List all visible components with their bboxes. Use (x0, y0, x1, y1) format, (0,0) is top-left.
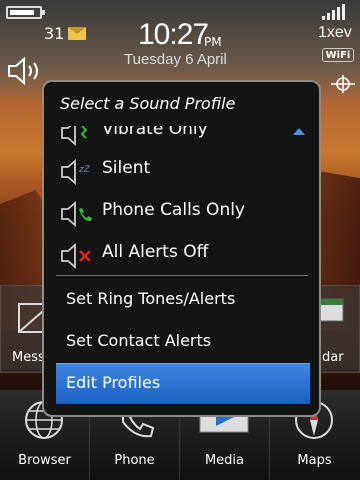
profile-label-silent: Silent (102, 158, 151, 178)
profile-label-vibrate: Vibrate Only (102, 126, 208, 139)
profile-item-phone-calls[interactable]: Phone Calls Only (44, 193, 319, 233)
signal-strength-icon (322, 2, 356, 20)
network-icon (331, 75, 355, 93)
set-ring-tones-label: Set Ring Tones/Alerts (66, 289, 236, 308)
profile-item-vibrate[interactable]: Vibrate Only (44, 126, 319, 152)
battery-icon (6, 6, 45, 19)
popup-title: Select a Sound Profile (60, 94, 236, 113)
calendar-label: dar (322, 350, 344, 365)
wifi-icon: WiFi (322, 48, 354, 62)
profile-label-all-alerts-off: All Alerts Off (102, 242, 209, 262)
popup-divider (56, 275, 308, 276)
speaker-silent-icon: zZ (61, 159, 91, 185)
messages-label: Mess (12, 350, 45, 365)
set-contact-alerts-item[interactable]: Set Contact Alerts (56, 322, 310, 362)
envelope-icon[interactable] (68, 27, 86, 40)
dock-label-browser: Browser (18, 453, 71, 468)
scroll-up-arrow-icon[interactable] (293, 128, 305, 135)
sound-profile-icon[interactable] (6, 54, 46, 88)
edit-profiles-item[interactable]: Edit Profiles (56, 363, 310, 404)
profile-item-all-alerts-off[interactable]: All Alerts Off (44, 235, 319, 271)
sound-profile-popup: Select a Sound Profile Vibrate Only zZ S… (42, 80, 321, 417)
speaker-off-icon (61, 243, 91, 269)
set-ring-tones-item[interactable]: Set Ring Tones/Alerts (56, 280, 310, 320)
message-count: 31 (44, 24, 65, 43)
profile-item-silent[interactable]: zZ Silent (44, 151, 319, 191)
clock-time: 10:27 (138, 18, 209, 51)
profile-list: Vibrate Only zZ Silent Phone Calls Only (44, 126, 319, 271)
clock-ampm: PM (204, 35, 222, 49)
dock-label-media: Media (204, 453, 245, 468)
dock-label-maps: Maps (297, 453, 332, 468)
profile-label-phone-calls: Phone Calls Only (102, 200, 245, 220)
carrier-label: 1xev (318, 24, 352, 41)
edit-profiles-label: Edit Profiles (66, 373, 161, 392)
status-bar: 31 10:27 PM Tuesday 6 April 1xev WiFi (0, 0, 360, 70)
dock-label-phone: Phone (114, 453, 155, 468)
set-contact-alerts-label: Set Contact Alerts (66, 331, 212, 350)
speaker-phone-icon (61, 201, 92, 227)
svg-text:zZ: zZ (78, 165, 91, 175)
speaker-vibrate-icon (61, 126, 88, 146)
date-label: Tuesday 6 April (124, 51, 227, 68)
